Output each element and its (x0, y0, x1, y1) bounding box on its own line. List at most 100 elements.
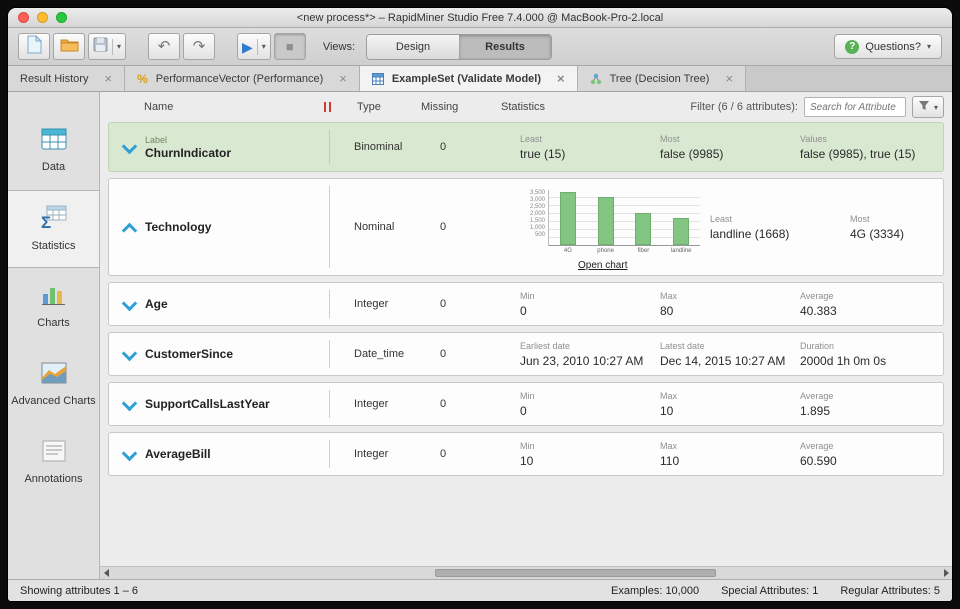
chart-x-label: fiber (628, 248, 658, 254)
chevron-down-icon[interactable] (121, 296, 137, 312)
header-name[interactable]: Name (144, 101, 324, 113)
tab-decision-tree[interactable]: Tree (Decision Tree) × (578, 66, 746, 91)
open-process-button[interactable] (53, 33, 85, 60)
stat-most: Most 4G (3334) (850, 214, 943, 241)
attribute-row-averagebill[interactable]: AverageBill Integer 0 Min 10 Max 110 Ave… (108, 432, 944, 476)
run-process-button[interactable]: ▶ ▾ (237, 33, 271, 60)
search-input[interactable] (804, 97, 906, 117)
chart-ytick-label: 2,500 (530, 204, 545, 210)
chevron-down-icon[interactable] (121, 139, 137, 155)
stat-value: false (9985), true (15) (800, 147, 943, 161)
header-statistics[interactable]: Statistics (501, 101, 621, 113)
horizontal-scrollbar[interactable] (100, 566, 952, 579)
save-icon (93, 37, 108, 57)
stat-latest-date: Latest date Dec 14, 2015 10:27 AM (660, 341, 800, 368)
filter-button[interactable]: ▾ (912, 96, 944, 118)
stat-label: Least (710, 214, 850, 224)
attribute-row-technology[interactable]: Technology Nominal 0 3,5003,0002,5002,00… (108, 178, 944, 276)
scroll-left-arrow[interactable] (100, 569, 112, 577)
attribute-type: Date_time (330, 348, 440, 360)
new-process-button[interactable] (18, 33, 50, 60)
tab-label: PerformanceVector (Performance) (156, 73, 324, 85)
tab-performance-vector[interactable]: % PerformanceVector (Performance) × (125, 66, 360, 91)
tab-example-set[interactable]: ExampleSet (Validate Model) × (360, 66, 578, 91)
tab-label: Result History (20, 73, 88, 85)
results-view-button[interactable]: Results (459, 35, 551, 59)
attribute-row-age[interactable]: Age Integer 0 Min 0 Max 80 Average (108, 282, 944, 326)
sidebar-item-advanced-charts[interactable]: Advanced Charts (8, 346, 99, 424)
stat-max: Max 110 (660, 441, 800, 468)
stat-label: Max (660, 441, 800, 451)
redo-button[interactable]: ↷ (183, 33, 215, 60)
stat-least: Least landline (1668) (710, 214, 850, 241)
close-icon[interactable]: × (725, 71, 733, 86)
tab-result-history[interactable]: Result History × (8, 66, 125, 91)
header-missing[interactable]: Missing (421, 101, 501, 113)
chart-x-label: landline (666, 248, 696, 254)
attribute-missing: 0 (440, 348, 520, 360)
open-folder-icon (60, 37, 79, 57)
svg-text:Σ: Σ (41, 213, 51, 229)
close-icon[interactable]: × (557, 71, 565, 86)
redo-icon: ↷ (193, 39, 206, 54)
chevron-down-icon[interactable] (121, 446, 137, 462)
tree-icon (590, 73, 602, 85)
chevron-down-icon[interactable] (121, 396, 137, 412)
filter-label: Filter (6 / 6 attributes): (690, 101, 798, 113)
undo-button[interactable]: ↶ (148, 33, 180, 60)
statistics-panel: Name Type Missing Statistics Filter (6 /… (100, 92, 952, 579)
column-resize-marker[interactable] (324, 102, 331, 112)
sidebar-item-label: Charts (37, 317, 69, 330)
annotations-icon (42, 440, 66, 467)
stat-average: Average 60.590 (800, 441, 943, 468)
sidebar-item-statistics[interactable]: Σ Statistics (8, 190, 99, 268)
scrollbar-thumb[interactable] (435, 569, 717, 577)
chevron-down-icon[interactable] (121, 346, 137, 362)
open-chart-link[interactable]: Open chart (578, 260, 627, 271)
stat-value: 60.590 (800, 454, 943, 468)
sigma-statistics-icon: Σ (41, 205, 67, 234)
attribute-name-cell: AverageBill (145, 447, 329, 461)
chart-ytick-label: 3,500 (530, 190, 545, 196)
stat-label: Values (800, 134, 943, 144)
stat-label: Average (800, 441, 943, 451)
run-dropdown-icon[interactable]: ▾ (257, 39, 266, 55)
attribute-type: Binominal (330, 141, 440, 153)
sidebar-item-annotations[interactable]: Annotations (8, 424, 99, 502)
header-type[interactable]: Type (333, 101, 421, 113)
attribute-row-customersince[interactable]: CustomerSince Date_time 0 Earliest date … (108, 332, 944, 376)
chart-ytick-label: 1,500 (530, 218, 545, 224)
stat-value: Dec 14, 2015 10:27 AM (660, 354, 800, 368)
stat-label: Average (800, 291, 943, 301)
stat-label: Max (660, 291, 800, 301)
stat-value: 10 (660, 404, 800, 418)
stat-value: true (15) (520, 147, 660, 161)
stat-min: Min 10 (520, 441, 660, 468)
stop-process-button[interactable]: ■ (274, 33, 306, 60)
stat-earliest-date: Earliest date Jun 23, 2010 10:27 AM (520, 341, 660, 368)
special-attributes-count: Special Attributes: 1 (721, 585, 818, 597)
sidebar-item-charts[interactable]: Charts (8, 268, 99, 346)
scroll-right-arrow[interactable] (940, 569, 952, 577)
stat-label: Duration (800, 341, 943, 351)
close-icon[interactable]: × (339, 71, 347, 86)
sidebar-item-label: Data (42, 161, 65, 174)
chevron-up-icon[interactable] (121, 219, 137, 235)
sidebar-item-data[interactable]: Data (8, 112, 99, 190)
save-dropdown-icon[interactable]: ▾ (112, 39, 121, 55)
stat-label: Earliest date (520, 341, 660, 351)
design-view-button[interactable]: Design (367, 35, 459, 59)
scrollbar-track[interactable] (112, 567, 940, 579)
mini-bar-chart: 3,5003,0002,5002,0001,5001,000500 4Gphon… (520, 184, 710, 271)
questions-label: Questions? (865, 41, 921, 53)
chart-bar-phone: phone (591, 190, 621, 245)
sidebar-item-label: Statistics (31, 240, 75, 253)
close-icon[interactable]: × (104, 71, 112, 86)
attribute-name: Technology (145, 220, 329, 234)
questions-button[interactable]: ? Questions? ▾ (834, 34, 942, 59)
attribute-row-supportcallslastyear[interactable]: SupportCallsLastYear Integer 0 Min 0 Max… (108, 382, 944, 426)
save-process-button[interactable]: ▾ (88, 33, 126, 60)
attribute-row-churnindicator[interactable]: Label ChurnIndicator Binominal 0 Least t… (108, 122, 944, 172)
attribute-missing: 0 (440, 221, 520, 233)
chart-x-label: phone (591, 248, 621, 254)
